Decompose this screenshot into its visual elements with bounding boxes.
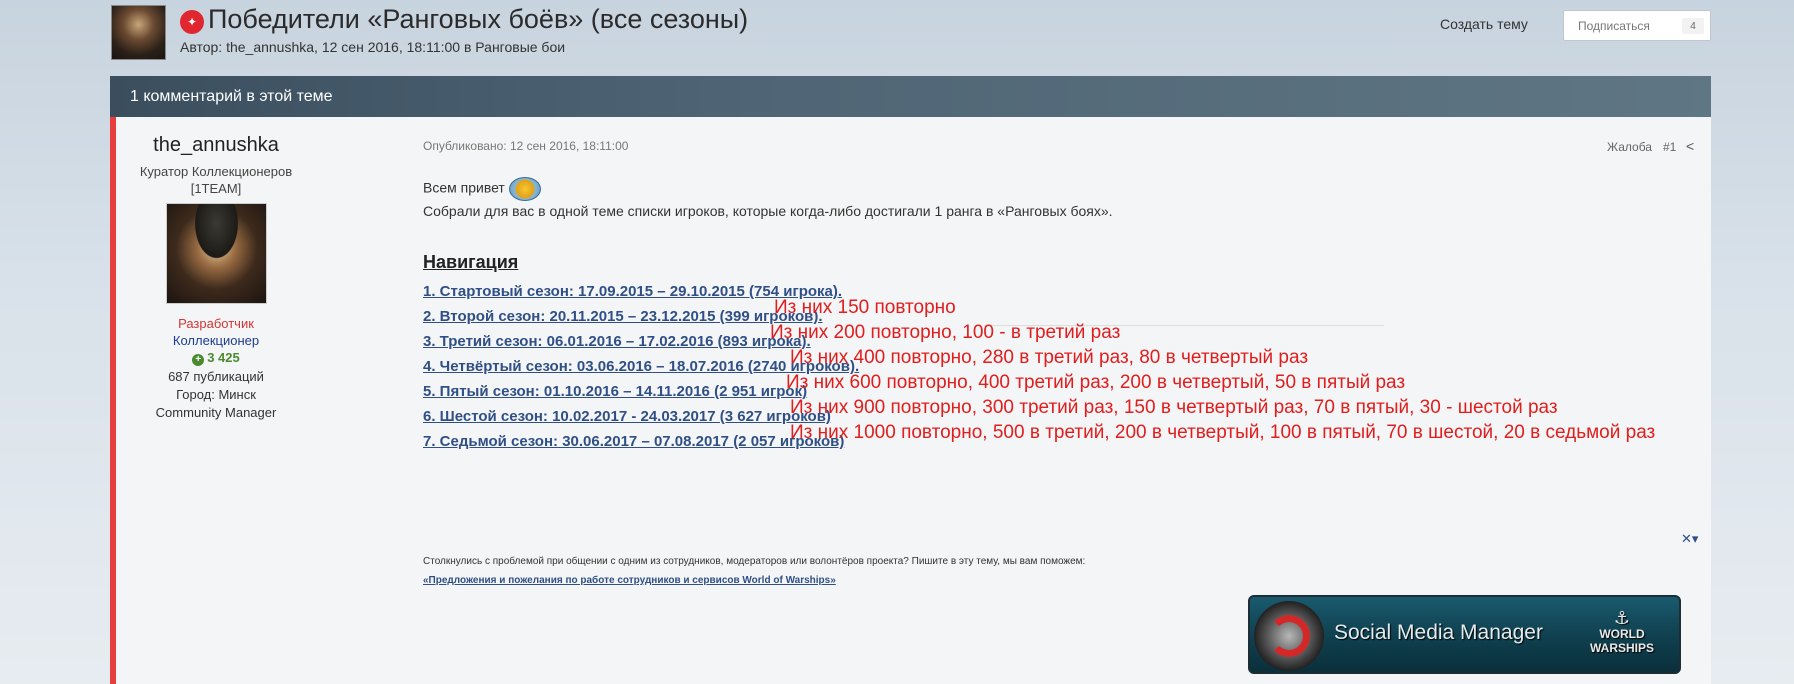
brand-line-1: WORLD — [1599, 627, 1645, 641]
annotation-season-5: Из них 600 повторно, 400 третий раз, 200… — [786, 372, 1406, 393]
subscribe-button[interactable]: Подписаться 4 — [1563, 10, 1711, 41]
avatar[interactable] — [165, 203, 267, 304]
close-signature-icon[interactable]: ✕▾ — [1681, 531, 1698, 547]
navigation-heading: Навигация — [423, 252, 519, 272]
report-link[interactable]: Жалоба — [1607, 140, 1652, 154]
annotation-season-2: Из них 150 повторно — [774, 297, 956, 318]
smiley-icon — [508, 177, 541, 201]
annotation-season-3: Из них 200 повторно, 100 - в третий раз — [770, 322, 1121, 343]
author-name[interactable]: the_annushka — [122, 134, 310, 157]
annotation-season-6: Из них 900 повторно, 300 третий раз, 150… — [790, 397, 1558, 418]
refresh-logo-icon — [1254, 601, 1324, 671]
reputation-badge: +3 425 — [122, 350, 310, 366]
author-city: Город: Минск — [176, 387, 256, 402]
author-avatar-small[interactable] — [111, 5, 166, 60]
reputation-value: 3 425 — [207, 350, 240, 365]
anchor-icon: ⚓ — [1613, 608, 1631, 628]
author-group-collector: Коллекционер — [172, 333, 260, 348]
greeting: Всем привет — [423, 177, 541, 201]
post: the_annushka Куратор Коллекционеров [1TE… — [110, 117, 1711, 684]
annotation-season-7: Из них 1000 повторно, 500 в третий, 200 … — [790, 422, 1656, 443]
intro-text: Собрали для вас в одной теме списки игро… — [423, 203, 1113, 219]
banner-text: Social Media Manager — [1334, 621, 1543, 644]
post-number-link[interactable]: #1 — [1663, 140, 1676, 154]
signature-link[interactable]: «Предложения и пожелания по работе сотру… — [423, 575, 836, 586]
author-posts: 687 публикаций — [168, 369, 264, 384]
topic-meta: Автор: the_annushka, 12 сен 2016, 18:11:… — [180, 39, 566, 55]
author-role: Community Manager — [155, 405, 277, 420]
social-media-manager-banner: Social Media Manager ⚓ WORLD WARSHIPS — [1248, 595, 1681, 674]
annotation-season-4: Из них 400 повторно, 280 в третий раз, 8… — [790, 347, 1309, 368]
signature-text: Столкнулись с проблемой при общении с од… — [423, 556, 1086, 567]
topic-header: ✦ Победители «Ранговых боёв» (все сезоны… — [0, 0, 1794, 76]
subscribe-count-badge: 4 — [1682, 18, 1704, 34]
greeting-text: Всем привет — [423, 179, 505, 196]
page-title: Победители «Ранговых боёв» (все сезоны) — [208, 4, 749, 34]
post-date: Опубликовано: 12 сен 2016, 18:11:00 — [423, 139, 629, 153]
comments-count-label: 1 комментарий в этой теме — [130, 87, 333, 105]
author-panel: the_annushka Куратор Коллекционеров [1TE… — [122, 117, 310, 422]
share-icon[interactable]: < — [1686, 138, 1694, 154]
author-title: Куратор Коллекционеров [1TEAM] — [139, 164, 293, 196]
subscribe-label: Подписаться — [1578, 18, 1650, 33]
brand-line-2: WARSHIPS — [1589, 641, 1654, 655]
comments-count-bar: 1 комментарий в этой теме — [110, 76, 1711, 117]
author-group-developer: Разработчик — [178, 316, 254, 331]
world-of-warships-logo: ⚓ WORLD WARSHIPS — [1577, 609, 1667, 655]
plus-icon: + — [192, 354, 205, 366]
pin-icon: ✦ — [180, 10, 204, 34]
create-topic-button[interactable]: Создать тему — [1440, 16, 1528, 32]
